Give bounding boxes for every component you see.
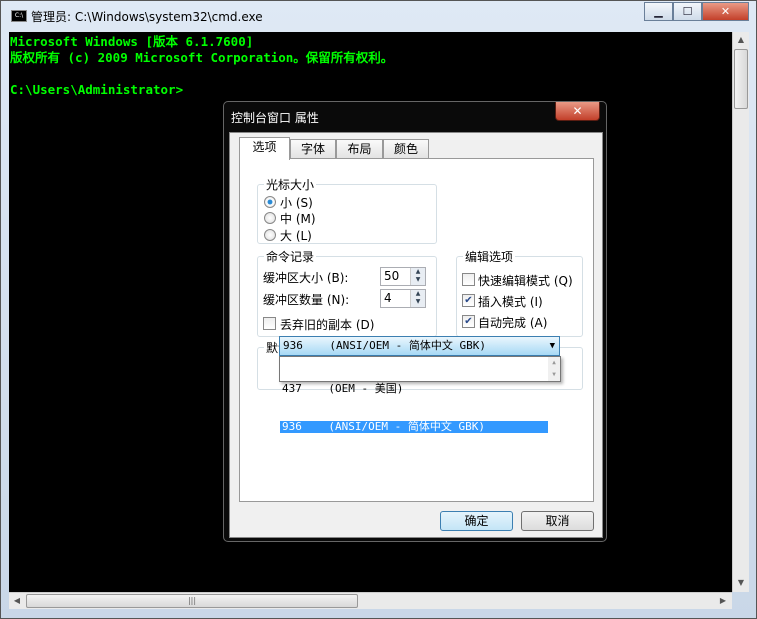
radio-small-label: 小 (S) — [280, 196, 313, 210]
chevron-down-icon: ▼ — [549, 341, 555, 351]
console-line: 版权所有 (c) 2009 Microsoft Corporation。保留所有… — [10, 50, 394, 65]
dialog-close-button[interactable]: ✕ — [555, 102, 600, 121]
edit-options-group: 编辑选项 快速编辑模式 (Q) ✔ 插入模式 (I) ✔ 自动完成 (A) — [456, 248, 583, 337]
scroll-up-arrow-icon[interactable]: ▲ — [733, 32, 749, 48]
group-label: 光标大小 — [264, 176, 317, 193]
codepage-dropdown-list: 437 (OEM - 美国) 936 (ANSI/OEM - 简体中文 GBK)… — [279, 356, 561, 433]
buffer-size-label: 缓冲区大小 (B): — [263, 271, 349, 285]
maximize-button[interactable]: ☐ — [673, 2, 702, 21]
codepage-selected: 936 (ANSI/OEM - 简体中文 GBK) — [283, 339, 486, 352]
discard-checkbox[interactable] — [263, 317, 276, 330]
cmd-icon: C:\ — [11, 10, 27, 22]
list-item[interactable]: 936 (ANSI/OEM - 简体中文 GBK) — [280, 421, 548, 433]
tab-options[interactable]: 选项 — [239, 137, 290, 160]
dialog-title: 控制台窗口 属性 — [231, 111, 319, 125]
group-label: 命令记录 — [264, 248, 317, 265]
list-scrollbar[interactable]: ▲ ▼ — [548, 357, 560, 381]
spin-arrows-icon[interactable]: ▲ ▼ — [410, 268, 425, 285]
radio-medium[interactable] — [264, 212, 276, 224]
tab-colors[interactable]: 颜色 — [383, 139, 429, 158]
buffer-count-spinner[interactable]: 4 ▲ ▼ — [380, 289, 426, 308]
dialog-client: 选项 字体 布局 颜色 光标大小 小 (S) 中 (M) 大 (L) 命令记录 … — [229, 132, 603, 538]
quickedit-label: 快速编辑模式 (Q) — [478, 274, 573, 288]
quickedit-checkbox[interactable] — [462, 273, 475, 286]
scroll-down-arrow-icon[interactable]: ▼ — [733, 575, 749, 591]
options-pane: 光标大小 小 (S) 中 (M) 大 (L) 命令记录 缓冲区大小 (B): 5… — [239, 158, 594, 502]
vertical-scrollbar[interactable]: ▲ ▼ — [732, 32, 749, 592]
console-prompt: C:\Users\Administrator> — [10, 82, 184, 97]
spin-arrows-icon[interactable]: ▲ ▼ — [410, 290, 425, 307]
radio-small[interactable] — [264, 196, 276, 208]
buffer-size-spinner[interactable]: 50 ▲ ▼ — [380, 267, 426, 286]
codepage-combobox[interactable]: 936 (ANSI/OEM - 简体中文 GBK) ▼ — [279, 336, 560, 356]
buffer-size-value: 50 — [384, 269, 400, 283]
buffer-count-value: 4 — [384, 291, 392, 305]
properties-dialog: 控制台窗口 属性 ✕ 选项 字体 布局 颜色 光标大小 小 (S) 中 (M) … — [223, 101, 607, 542]
radio-large[interactable] — [264, 229, 276, 241]
window-title: 管理员: C:\Windows\system32\cmd.exe — [31, 10, 263, 24]
scroll-left-arrow-icon[interactable]: ◀ — [9, 593, 25, 609]
cursor-size-group: 光标大小 小 (S) 中 (M) 大 (L) — [257, 176, 437, 244]
history-group: 命令记录 缓冲区大小 (B): 50 ▲ ▼ 缓冲区数量 (N): 4 ▲ ▼ 丢弃旧的… — [257, 248, 437, 337]
group-label: 编辑选项 — [463, 248, 516, 265]
list-item[interactable]: 437 (OEM - 美国) — [280, 383, 548, 395]
buffer-count-label: 缓冲区数量 (N): — [263, 293, 350, 307]
discard-label: 丢弃旧的副本 (D) — [280, 318, 375, 332]
horizontal-scroll-thumb[interactable]: ||| — [26, 594, 358, 608]
scroll-right-arrow-icon[interactable]: ▶ — [715, 593, 731, 609]
horizontal-scrollbar[interactable]: ◀ ||| ▶ — [9, 592, 732, 609]
vertical-scroll-thumb[interactable] — [734, 49, 748, 109]
insert-mode-label: 插入模式 (I) — [478, 295, 543, 309]
console-line: Microsoft Windows [版本 6.1.7600] — [10, 34, 254, 49]
autocomplete-checkbox[interactable]: ✔ — [462, 315, 475, 328]
close-button[interactable]: ✕ — [702, 2, 749, 21]
radio-large-label: 大 (L) — [280, 229, 312, 243]
autocomplete-label: 自动完成 (A) — [478, 316, 548, 330]
tab-font[interactable]: 字体 — [290, 139, 336, 158]
ok-button[interactable]: 确定 — [440, 511, 513, 531]
cancel-button[interactable]: 取消 — [521, 511, 594, 531]
minimize-button[interactable]: ▁ — [644, 2, 673, 21]
radio-medium-label: 中 (M) — [280, 212, 316, 226]
insert-mode-checkbox[interactable]: ✔ — [462, 294, 475, 307]
tab-layout[interactable]: 布局 — [336, 139, 383, 158]
